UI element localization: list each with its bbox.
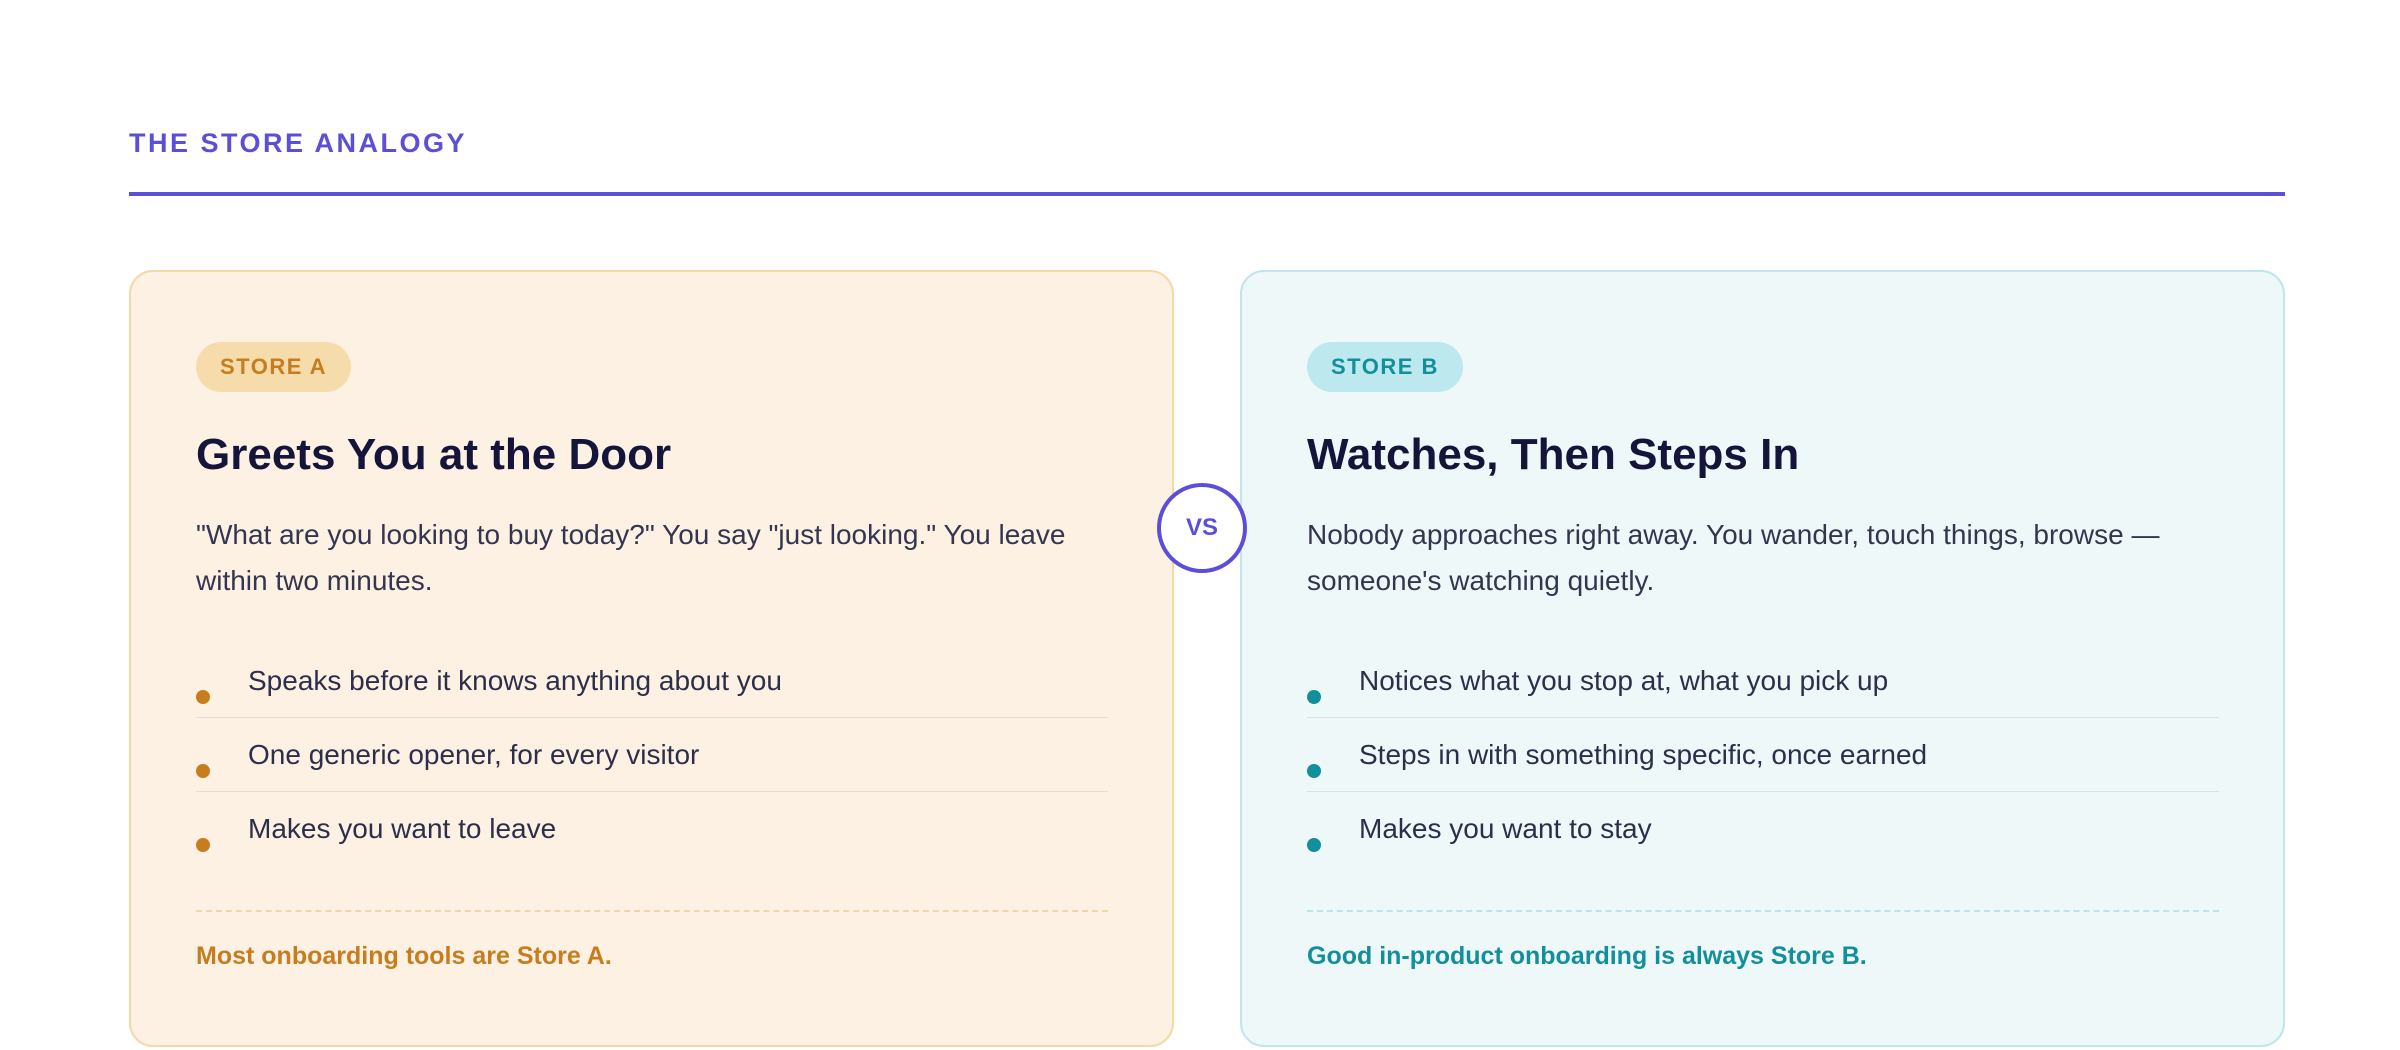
bullet-dot-icon: [1307, 690, 1321, 704]
store-b-bullet-item: Steps in with something specific, once e…: [1307, 718, 2219, 792]
store-a-bullet-item: One generic opener, for every visitor: [196, 718, 1108, 792]
section-eyebrow: THE STORE ANALOGY: [129, 128, 468, 158]
store-a-title: Greets You at the Door: [196, 430, 672, 479]
store-b-bullet-item: Makes you want to stay: [1307, 792, 2219, 866]
store-a-badge: STORE A: [196, 342, 352, 392]
bullet-dot-icon: [1307, 838, 1321, 852]
bullet-text: One generic opener, for every visitor: [248, 739, 700, 770]
store-a-bullet-item: Makes you want to leave: [196, 792, 1108, 866]
store-a-divider: [196, 910, 1108, 912]
bullet-text: Notices what you stop at, what you pick …: [1359, 665, 1889, 696]
store-b-card: STORE B Watches, Then Steps In Nobody ap…: [1240, 270, 2285, 1047]
vs-badge: VS: [1157, 483, 1247, 573]
bullet-dot-icon: [196, 764, 210, 778]
bullet-text: Makes you want to stay: [1359, 813, 1652, 844]
bullet-text: Speaks before it knows anything about yo…: [248, 665, 782, 696]
page: THE STORE ANALOGY STORE A Greets You at …: [0, 0, 2400, 1050]
bullet-dot-icon: [1307, 764, 1321, 778]
store-b-bullet-list: Notices what you stop at, what you pick …: [1307, 644, 2219, 866]
store-b-badge: STORE B: [1307, 342, 1463, 392]
store-b-title: Watches, Then Steps In: [1307, 430, 1800, 479]
bullet-dot-icon: [196, 690, 210, 704]
bullet-dot-icon: [196, 838, 210, 852]
store-b-footer-note: Good in-product onboarding is always Sto…: [1307, 942, 1867, 970]
store-b-bullet-item: Notices what you stop at, what you pick …: [1307, 644, 2219, 718]
bullet-text: Makes you want to leave: [248, 813, 557, 844]
store-a-footer-note: Most onboarding tools are Store A.: [196, 942, 612, 970]
store-a-bullet-item: Speaks before it knows anything about yo…: [196, 644, 1108, 718]
bullet-text: Steps in with something specific, once e…: [1359, 739, 1928, 770]
store-b-description: Nobody approaches right away. You wander…: [1307, 519, 2160, 596]
store-a-bullet-list: Speaks before it knows anything about yo…: [196, 644, 1108, 866]
section-rule: [129, 192, 2285, 196]
store-b-divider: [1307, 910, 2219, 912]
store-a-card: STORE A Greets You at the Door "What are…: [129, 270, 1174, 1047]
store-a-description: "What are you looking to buy today?" You…: [196, 519, 1066, 596]
